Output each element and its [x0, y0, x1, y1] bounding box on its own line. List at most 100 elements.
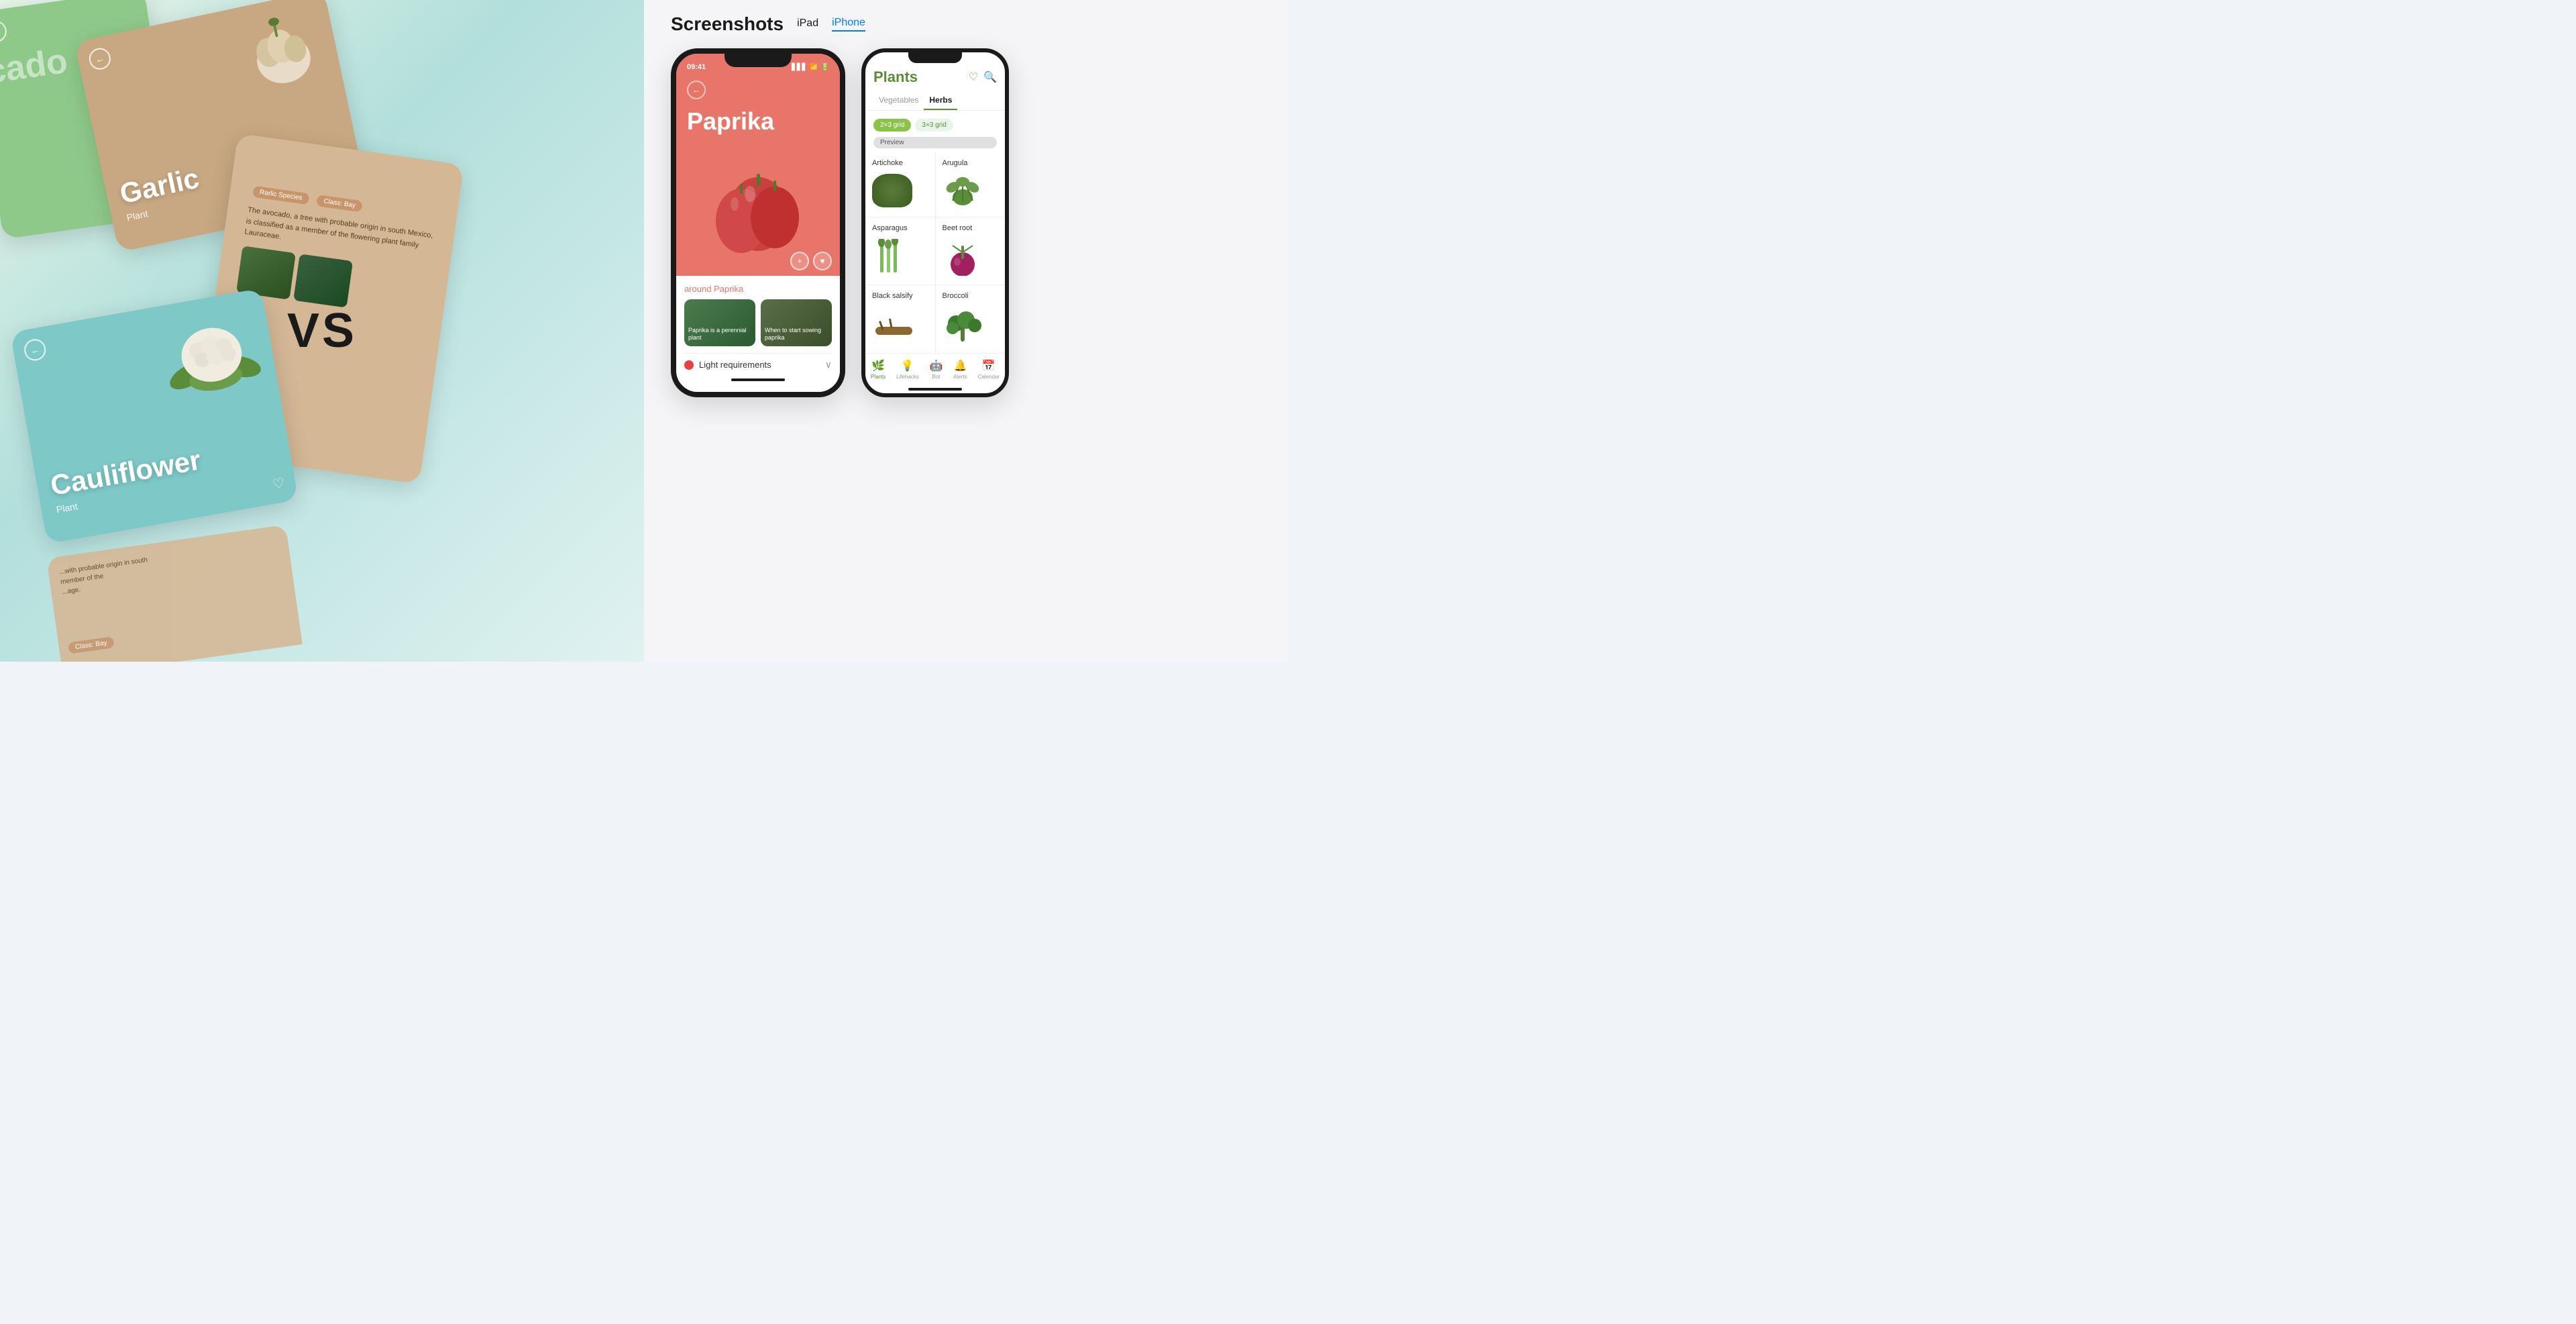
iphone-notch-1 [724, 54, 792, 67]
lifehacks-nav-icon: 💡 [901, 359, 914, 372]
heart-icon[interactable]: ♡ [969, 70, 978, 84]
avocado-back-btn[interactable]: ← [0, 19, 8, 44]
screenshots-header: Screenshots iPad iPhone [671, 13, 1261, 35]
nav-alerts[interactable]: 🔔 Alerts [953, 359, 967, 380]
arugula-image [943, 174, 983, 207]
plant-item-broccoli[interactable]: Broccoli [936, 285, 1006, 353]
paprika-image-area: + ♥ [676, 138, 840, 276]
signal-bars: ▋▋▋ [792, 64, 807, 71]
calendar-nav-label: Calendar [978, 374, 1000, 380]
plant-item-arugula[interactable]: Arugula [936, 152, 1006, 217]
battery-icon: 🔋 [821, 64, 829, 71]
nav-plants[interactable]: 🌿 Plants [871, 359, 885, 380]
plants-screen: Plants ♡ 🔍 Vegetables Herbs 2×3 grid 3×3… [865, 52, 1005, 393]
cauliflower-back-btn[interactable]: ← [23, 338, 48, 362]
grid-2x3-btn[interactable]: 2×3 grid [873, 119, 911, 132]
bottom-detail-text: ...with probable origin in southmember o… [58, 537, 280, 597]
salsify-name: Black salsify [872, 292, 913, 300]
asparagus-image [872, 239, 912, 276]
bottom-tag-class: Class: Bay [68, 636, 115, 654]
light-dot [684, 360, 694, 370]
around-photo-1-label: Paprika is a perennial plant [688, 327, 755, 342]
cauliflower-card: ← Cauliflower Plant ♡ [10, 288, 299, 544]
grid-3x3-btn[interactable]: 3×3 grid [915, 119, 953, 132]
garlic-subtitle: Plant [125, 208, 149, 223]
wifi-icon: 📶 [810, 64, 818, 71]
around-photo-1[interactable]: Paprika is a perennial plant [684, 299, 755, 346]
plants-grid: Artichoke Arugula [865, 152, 1005, 353]
plants-title: Plants [873, 68, 918, 86]
tab-vegetables[interactable]: Vegetables [873, 91, 924, 110]
vs-label: VS [287, 303, 357, 358]
tab-ipad[interactable]: iPad [797, 17, 818, 31]
alerts-nav-icon: 🔔 [954, 359, 967, 372]
detail-photo-2 [293, 254, 353, 307]
garlic-image [235, 5, 329, 95]
tag-class: Class: Bay [316, 195, 363, 212]
screenshots-title: Screenshots [671, 13, 784, 35]
artichoke-image [872, 174, 912, 207]
plant-item-asparagus[interactable]: Asparagus [865, 217, 935, 285]
bot-nav-label: Bot [932, 374, 941, 380]
light-requirements[interactable]: Light requirements ∨ [684, 353, 832, 376]
artichoke-name: Artichoke [872, 159, 903, 167]
plants-nav-icon: 🌿 [871, 359, 885, 372]
lifehacks-nav-label: Lifehacks [896, 374, 919, 380]
iphone-mockup-2: Plants ♡ 🔍 Vegetables Herbs 2×3 grid 3×3… [861, 48, 1009, 397]
around-label: around Paprika [684, 284, 832, 294]
iphone-time: 09:41 [687, 63, 706, 71]
plant-item-salsify[interactable]: Black salsify [865, 285, 935, 353]
plant-item-artichoke[interactable]: Artichoke [865, 152, 935, 217]
iphone-mockup-1: 09:41 ▋▋▋ 📶 🔋 ← Paprika [671, 48, 845, 397]
broccoli-name: Broccoli [943, 292, 969, 300]
paprika-screen: 09:41 ▋▋▋ 📶 🔋 ← Paprika [676, 54, 840, 392]
add-btn[interactable]: + [790, 252, 809, 270]
plants-nav-label: Plants [871, 374, 885, 380]
signal-icons: ▋▋▋ 📶 🔋 [792, 64, 829, 71]
plants-header-icons: ♡ 🔍 [969, 70, 997, 84]
cauliflower-image [158, 304, 264, 399]
plants-tabs: Vegetables Herbs [865, 91, 1005, 111]
garlic-back-btn[interactable]: ← [87, 46, 113, 72]
nav-lifehacks[interactable]: 💡 Lifehacks [896, 359, 919, 380]
around-photo-2[interactable]: When to start sowing paprika [761, 299, 832, 346]
paprika-action-btns: + ♥ [790, 252, 832, 270]
iphone-notch-2 [908, 52, 962, 63]
nav-bot[interactable]: 🤖 Bot [930, 359, 943, 380]
peppers-image [704, 160, 812, 254]
paprika-title: Paprika [676, 105, 840, 138]
home-indicator-2 [908, 388, 962, 391]
plant-item-beetroot[interactable]: Beet root [936, 217, 1006, 285]
tab-herbs[interactable]: Herbs [924, 91, 957, 110]
garlic-title: Garlic [117, 162, 202, 210]
around-photos: Paprika is a perennial plant When to sta… [684, 299, 832, 346]
paprika-back-btn[interactable]: ← [687, 81, 706, 99]
light-label: Light requirements [699, 360, 825, 370]
alerts-nav-label: Alerts [953, 374, 967, 380]
paprika-bottom: around Paprika Paprika is a perennial pl… [676, 276, 840, 392]
right-panel: Screenshots iPad iPhone 09:41 ▋▋▋ 📶 🔋 [644, 0, 1288, 662]
preview-btn[interactable]: Preview [873, 137, 997, 148]
paprika-header: ← [676, 75, 840, 105]
arugula-name: Arugula [943, 159, 968, 167]
home-indicator-1 [731, 378, 785, 381]
chevron-down-icon: ∨ [825, 359, 832, 370]
beetroot-name: Beet root [943, 224, 973, 232]
salsify-image [872, 307, 912, 344]
tag-rarlic: Rarlic Species [252, 186, 309, 205]
tab-iphone[interactable]: iPhone [832, 17, 865, 32]
heart-btn[interactable]: ♥ [813, 252, 832, 270]
search-icon[interactable]: 🔍 [983, 70, 997, 84]
nav-calendar[interactable]: 📅 Calendar [978, 359, 1000, 380]
cauliflower-subtitle: Plant [56, 501, 78, 515]
bottom-detail-card: ...with probable origin in southmember o… [46, 525, 303, 662]
left-panel: ← cado ♡ ← Garlic Plant Rarlic Speci [0, 0, 644, 662]
screenshots-content: 09:41 ▋▋▋ 📶 🔋 ← Paprika [671, 48, 1261, 648]
plants-bottom-nav: 🌿 Plants 💡 Lifehacks 🤖 Bot 🔔 Alerts [865, 353, 1005, 385]
calendar-nav-icon: 📅 [982, 359, 996, 372]
beetroot-image [943, 239, 983, 276]
bot-nav-icon: 🤖 [930, 359, 943, 372]
cauliflower-heart[interactable]: ♡ [271, 474, 286, 493]
grid-buttons: 2×3 grid 3×3 grid [865, 116, 1005, 134]
avocado-title: cado [0, 41, 70, 92]
